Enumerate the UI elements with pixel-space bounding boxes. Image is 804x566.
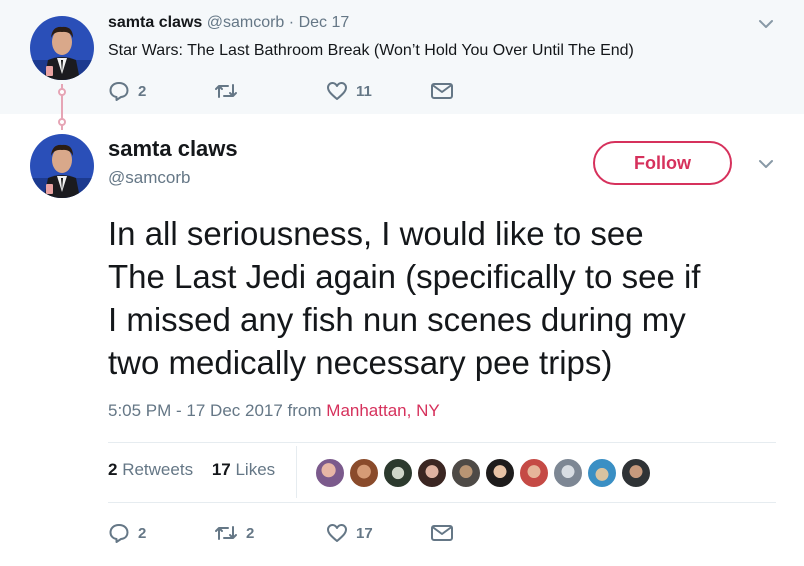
like-button[interactable]: 11: [326, 80, 372, 102]
like-total: 17: [211, 460, 231, 479]
retweet-icon: [215, 84, 237, 98]
author-handle[interactable]: @samcorb: [207, 14, 285, 31]
engagement-stats: 2 Retweets 17 Likes: [108, 460, 275, 480]
divider: [108, 442, 776, 443]
chevron-down-icon[interactable]: [758, 156, 774, 172]
tweet-text-line: The Last Jedi again (specifically to see…: [108, 258, 701, 295]
tweet-location[interactable]: Manhattan, NY: [326, 401, 439, 420]
parent-tweet-header: samta claws @samcorb · Dec 17: [108, 14, 349, 32]
parent-tweet[interactable]: samta claws @samcorb · Dec 17 Star Wars:…: [0, 0, 804, 114]
tweet-text-line: two medically necessary pee trips): [108, 344, 613, 381]
direct-message-icon: [431, 525, 453, 541]
reply-button[interactable]: 2: [108, 522, 146, 544]
thread-connector-dot: [58, 118, 66, 126]
author-handle[interactable]: @samcorb: [108, 168, 190, 188]
divider: [108, 502, 776, 503]
liker-avatar[interactable]: [620, 457, 652, 489]
liker-avatar[interactable]: [450, 457, 482, 489]
chevron-down-icon[interactable]: [758, 16, 774, 32]
follow-button[interactable]: Follow: [593, 141, 732, 185]
tweet-text-line: I missed any fish nun scenes during my: [108, 301, 686, 338]
reply-count: 2: [138, 524, 147, 542]
direct-message-icon: [431, 83, 453, 99]
like-count: 11: [356, 82, 372, 100]
avatar[interactable]: [30, 16, 94, 80]
likes-label: Likes: [235, 460, 276, 479]
author-name[interactable]: samta claws: [108, 136, 238, 162]
author-name[interactable]: samta claws: [108, 14, 202, 31]
stats-separator: [296, 446, 297, 498]
liker-avatar[interactable]: [518, 457, 550, 489]
like-button[interactable]: 17: [326, 522, 373, 544]
liker-avatar[interactable]: [382, 457, 414, 489]
direct-message-button[interactable]: [430, 80, 454, 102]
like-icon: [327, 82, 347, 100]
retweet-icon: [215, 526, 237, 540]
like-icon: [327, 524, 347, 542]
liker-avatar[interactable]: [348, 457, 380, 489]
reply-icon: [109, 524, 129, 543]
parent-tweet-text: Star Wars: The Last Bathroom Break (Won’…: [108, 42, 634, 59]
retweet-total: 2: [108, 460, 118, 479]
retweets-stat[interactable]: 2 Retweets: [108, 460, 193, 479]
liker-avatar[interactable]: [484, 457, 516, 489]
reply-icon: [109, 82, 129, 101]
like-count: 17: [356, 524, 373, 542]
liker-avatar[interactable]: [314, 457, 346, 489]
reply-button[interactable]: 2: [108, 80, 146, 102]
direct-message-button[interactable]: [430, 522, 454, 544]
tweet-date[interactable]: Dec 17: [299, 14, 350, 31]
thread-connector-dot: [58, 88, 66, 96]
meta-separator: ·: [288, 14, 295, 31]
tweet-timestamp[interactable]: 5:05 PM - 17 Dec 2017 from: [108, 401, 326, 420]
avatar[interactable]: [30, 134, 94, 198]
likes-stat[interactable]: 17 Likes: [212, 460, 275, 479]
retweet-count: 2: [246, 524, 255, 542]
retweet-button[interactable]: [214, 80, 246, 102]
reply-count: 2: [138, 82, 147, 100]
liker-avatar[interactable]: [552, 457, 584, 489]
liker-avatar[interactable]: [586, 457, 618, 489]
retweet-button[interactable]: 2: [214, 522, 254, 544]
tweet-metadata: 5:05 PM - 17 Dec 2017 from Manhattan, NY: [108, 401, 440, 421]
liker-avatar[interactable]: [416, 457, 448, 489]
retweets-label: Retweets: [122, 460, 194, 479]
tweet-text-line: In all seriousness, I would like to see: [108, 215, 644, 252]
tweet-text: In all seriousness, I would like to see …: [108, 212, 788, 384]
